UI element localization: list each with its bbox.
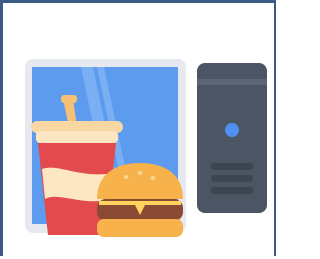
image-frame xyxy=(0,0,276,256)
tower-vent-3 xyxy=(211,187,253,194)
sesame-3 xyxy=(150,176,156,180)
sesame-2 xyxy=(137,171,143,175)
bottom-bun xyxy=(97,219,183,237)
straw-bend xyxy=(61,95,77,103)
tower-vent-1 xyxy=(211,163,253,170)
sesame-1 xyxy=(123,175,129,179)
pc-tower-icon xyxy=(197,63,267,213)
computer-and-fast-food-icon xyxy=(25,59,267,237)
tower-power-light xyxy=(225,123,239,137)
cup-lid-rim xyxy=(36,131,118,143)
tower-stripe xyxy=(197,79,267,85)
tower-vent-2 xyxy=(211,175,253,182)
burger-icon xyxy=(97,163,183,237)
